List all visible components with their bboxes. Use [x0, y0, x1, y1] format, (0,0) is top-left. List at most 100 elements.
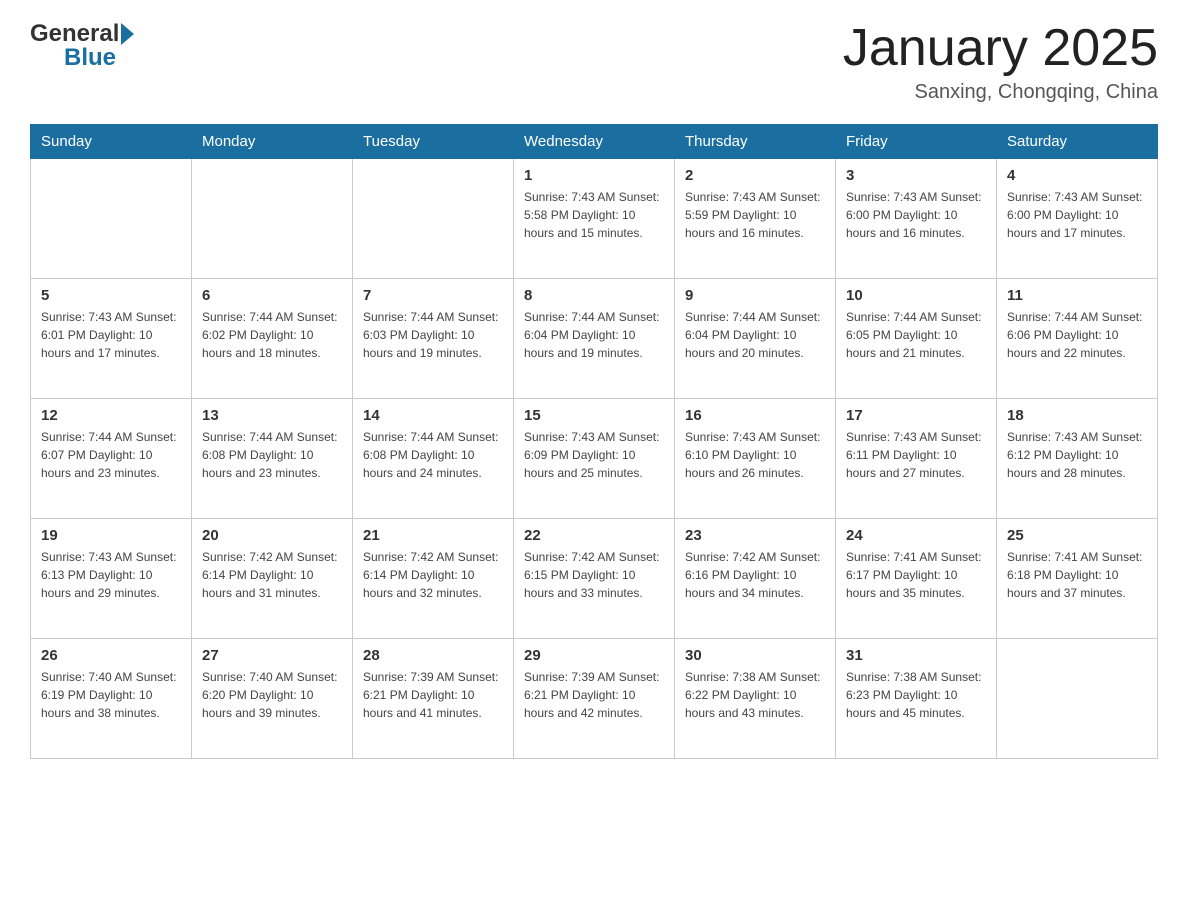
calendar-cell: 22Sunrise: 7:42 AM Sunset: 6:15 PM Dayli… [514, 519, 675, 639]
calendar-cell: 18Sunrise: 7:43 AM Sunset: 6:12 PM Dayli… [997, 399, 1158, 519]
calendar-cell: 16 Sunrise: 7:43 AM Sunset: 6:10 PM Dayli… [675, 399, 836, 519]
day-number: 15 [524, 407, 664, 424]
calendar-day-header: Sunday [31, 125, 192, 159]
day-info: Sunrise: 7:44 AM Sunset: 6:04 PM Dayligh… [685, 308, 825, 362]
day-number: 1 [524, 167, 664, 184]
page-header: General Blue January 2025 Sanxing, Chong… [30, 20, 1158, 104]
day-info: Sunrise: 7:43 AM Sunset: 6:00 PM Dayligh… [1007, 188, 1147, 242]
day-number: 14 [363, 407, 503, 424]
calendar-cell: 23 Sunrise: 7:42 AM Sunset: 6:16 PM Dayli… [675, 519, 836, 639]
day-number: 16 [685, 407, 825, 424]
day-number: 13 [202, 407, 342, 424]
day-number: 21 [363, 527, 503, 544]
calendar-cell: 19Sunrise: 7:43 AM Sunset: 6:13 PM Dayli… [31, 519, 192, 639]
day-info: Sunrise: 7:43 AM Sunset: 6:00 PM Dayligh… [846, 188, 986, 242]
day-number: 10 [846, 287, 986, 304]
calendar-cell: 6Sunrise: 7:44 AM Sunset: 6:02 PM Daylig… [192, 279, 353, 399]
calendar-week-row: 5 Sunrise: 7:43 AM Sunset: 6:01 PM Daylig… [31, 279, 1158, 399]
calendar-cell: 29Sunrise: 7:39 AM Sunset: 6:21 PM Dayli… [514, 639, 675, 759]
day-info: Sunrise: 7:44 AM Sunset: 6:04 PM Dayligh… [524, 308, 664, 362]
calendar-day-header: Saturday [997, 125, 1158, 159]
day-info: Sunrise: 7:43 AM Sunset: 5:59 PM Dayligh… [685, 188, 825, 242]
day-number: 26 [41, 647, 181, 664]
day-number: 24 [846, 527, 986, 544]
calendar-cell: 2 Sunrise: 7:43 AM Sunset: 5:59 PM Daylig… [675, 159, 836, 279]
calendar-week-row: 26 Sunrise: 7:40 AM Sunset: 6:19 PM Dayli… [31, 639, 1158, 759]
logo-blue-text: Blue [64, 44, 134, 72]
day-number: 4 [1007, 167, 1147, 184]
day-info: Sunrise: 7:38 AM Sunset: 6:23 PM Dayligh… [846, 668, 986, 722]
logo-chevron-icon [121, 23, 134, 45]
day-info: Sunrise: 7:43 AM Sunset: 6:01 PM Dayligh… [41, 308, 181, 362]
calendar-cell [353, 159, 514, 279]
day-number: 9 [685, 287, 825, 304]
calendar-cell [31, 159, 192, 279]
day-info: Sunrise: 7:44 AM Sunset: 6:03 PM Dayligh… [363, 308, 503, 362]
day-number: 28 [363, 647, 503, 664]
day-number: 27 [202, 647, 342, 664]
day-info: Sunrise: 7:44 AM Sunset: 6:08 PM Dayligh… [363, 428, 503, 482]
calendar-cell: 28 Sunrise: 7:39 AM Sunset: 6:21 PM Dayli… [353, 639, 514, 759]
day-number: 7 [363, 287, 503, 304]
day-number: 5 [41, 287, 181, 304]
day-info: Sunrise: 7:41 AM Sunset: 6:18 PM Dayligh… [1007, 548, 1147, 602]
day-info: Sunrise: 7:44 AM Sunset: 6:02 PM Dayligh… [202, 308, 342, 362]
day-number: 25 [1007, 527, 1147, 544]
calendar-day-header: Thursday [675, 125, 836, 159]
day-info: Sunrise: 7:43 AM Sunset: 6:09 PM Dayligh… [524, 428, 664, 482]
day-info: Sunrise: 7:43 AM Sunset: 5:58 PM Dayligh… [524, 188, 664, 242]
calendar-cell: 21Sunrise: 7:42 AM Sunset: 6:14 PM Dayli… [353, 519, 514, 639]
calendar-day-header: Friday [836, 125, 997, 159]
day-info: Sunrise: 7:44 AM Sunset: 6:06 PM Dayligh… [1007, 308, 1147, 362]
calendar-cell: 8 Sunrise: 7:44 AM Sunset: 6:04 PM Daylig… [514, 279, 675, 399]
day-info: Sunrise: 7:42 AM Sunset: 6:16 PM Dayligh… [685, 548, 825, 602]
calendar-day-header: Tuesday [353, 125, 514, 159]
day-info: Sunrise: 7:40 AM Sunset: 6:19 PM Dayligh… [41, 668, 181, 722]
day-number: 17 [846, 407, 986, 424]
calendar-cell: 24 Sunrise: 7:41 AM Sunset: 6:17 PM Dayli… [836, 519, 997, 639]
calendar-cell: 4 Sunrise: 7:43 AM Sunset: 6:00 PM Daylig… [997, 159, 1158, 279]
title-section: January 2025 Sanxing, Chongqing, China [843, 20, 1158, 104]
calendar-cell: 17 Sunrise: 7:43 AM Sunset: 6:11 PM Dayli… [836, 399, 997, 519]
calendar-cell: 7 Sunrise: 7:44 AM Sunset: 6:03 PM Daylig… [353, 279, 514, 399]
day-info: Sunrise: 7:44 AM Sunset: 6:05 PM Dayligh… [846, 308, 986, 362]
day-number: 12 [41, 407, 181, 424]
day-number: 22 [524, 527, 664, 544]
calendar-cell: 14 Sunrise: 7:44 AM Sunset: 6:08 PM Dayli… [353, 399, 514, 519]
day-number: 19 [41, 527, 181, 544]
calendar-cell: 5 Sunrise: 7:43 AM Sunset: 6:01 PM Daylig… [31, 279, 192, 399]
day-info: Sunrise: 7:39 AM Sunset: 6:21 PM Dayligh… [524, 668, 664, 722]
calendar-cell: 11 Sunrise: 7:44 AM Sunset: 6:06 PM Dayli… [997, 279, 1158, 399]
calendar-cell: 15 Sunrise: 7:43 AM Sunset: 6:09 PM Dayli… [514, 399, 675, 519]
day-number: 3 [846, 167, 986, 184]
calendar-cell: 25 Sunrise: 7:41 AM Sunset: 6:18 PM Dayli… [997, 519, 1158, 639]
calendar-cell: 26 Sunrise: 7:40 AM Sunset: 6:19 PM Dayli… [31, 639, 192, 759]
day-info: Sunrise: 7:44 AM Sunset: 6:07 PM Dayligh… [41, 428, 181, 482]
calendar-cell: 9 Sunrise: 7:44 AM Sunset: 6:04 PM Daylig… [675, 279, 836, 399]
day-number: 11 [1007, 287, 1147, 304]
calendar-cell: 1 Sunrise: 7:43 AM Sunset: 5:58 PM Daylig… [514, 159, 675, 279]
calendar-day-header: Monday [192, 125, 353, 159]
day-info: Sunrise: 7:41 AM Sunset: 6:17 PM Dayligh… [846, 548, 986, 602]
calendar-table: SundayMondayTuesdayWednesdayThursdayFrid… [30, 124, 1158, 759]
day-info: Sunrise: 7:38 AM Sunset: 6:22 PM Dayligh… [685, 668, 825, 722]
day-number: 31 [846, 647, 986, 664]
calendar-header-row: SundayMondayTuesdayWednesdayThursdayFrid… [31, 125, 1158, 159]
day-number: 23 [685, 527, 825, 544]
day-number: 30 [685, 647, 825, 664]
calendar-week-row: 1 Sunrise: 7:43 AM Sunset: 5:58 PM Daylig… [31, 159, 1158, 279]
day-number: 2 [685, 167, 825, 184]
calendar-cell: 10 Sunrise: 7:44 AM Sunset: 6:05 PM Dayli… [836, 279, 997, 399]
month-title: January 2025 [843, 20, 1158, 77]
location-text: Sanxing, Chongqing, China [843, 81, 1158, 104]
day-info: Sunrise: 7:39 AM Sunset: 6:21 PM Dayligh… [363, 668, 503, 722]
day-number: 20 [202, 527, 342, 544]
calendar-cell: 30 Sunrise: 7:38 AM Sunset: 6:22 PM Dayli… [675, 639, 836, 759]
calendar-week-row: 19Sunrise: 7:43 AM Sunset: 6:13 PM Dayli… [31, 519, 1158, 639]
day-info: Sunrise: 7:43 AM Sunset: 6:11 PM Dayligh… [846, 428, 986, 482]
day-info: Sunrise: 7:43 AM Sunset: 6:10 PM Dayligh… [685, 428, 825, 482]
day-info: Sunrise: 7:42 AM Sunset: 6:14 PM Dayligh… [202, 548, 342, 602]
calendar-cell: 3 Sunrise: 7:43 AM Sunset: 6:00 PM Daylig… [836, 159, 997, 279]
day-number: 8 [524, 287, 664, 304]
logo: General Blue [30, 20, 134, 72]
